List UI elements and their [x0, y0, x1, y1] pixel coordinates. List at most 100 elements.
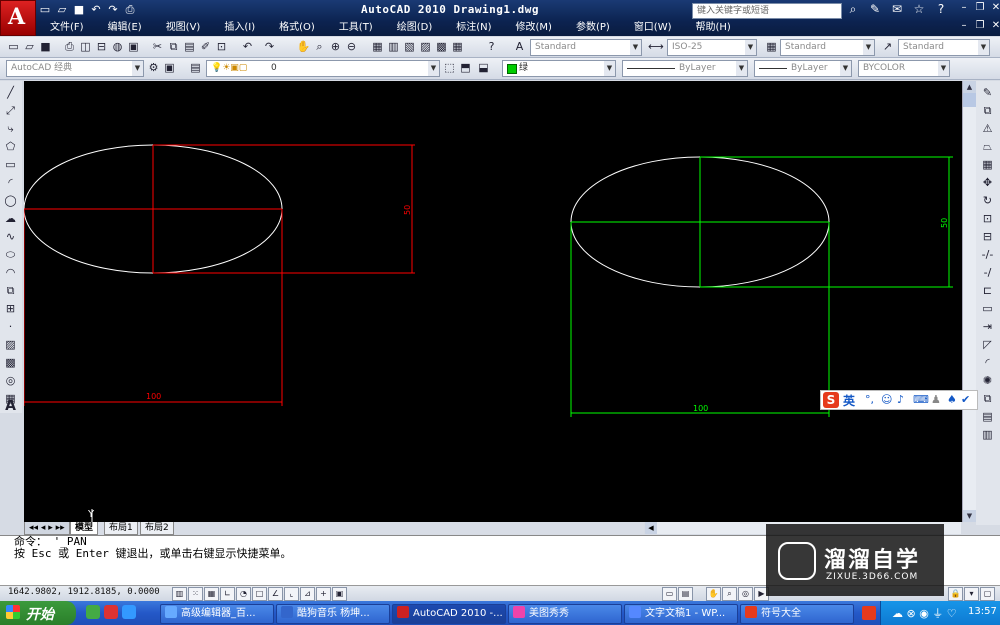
rotate-icon[interactable]: ↻	[980, 193, 995, 208]
join-icon[interactable]: ⇥	[980, 319, 995, 334]
menu-help[interactable]: 帮助(H)	[684, 20, 743, 36]
send-back-icon[interactable]: ▥	[980, 427, 995, 442]
multileader-style-select[interactable]: Standard ▼	[898, 39, 990, 56]
erase-icon[interactable]: ✎	[980, 85, 995, 100]
tab-nav-arrows[interactable]: ◂◂ ◂ ▸ ▸▸	[24, 522, 70, 535]
undo-icon[interactable]: ↶	[240, 39, 255, 54]
markup-icon[interactable]: ▩	[434, 39, 449, 54]
keyboard-icon[interactable]: ⌨	[913, 393, 929, 406]
break-at-point-icon[interactable]: ⊏	[980, 283, 995, 298]
minimize-icon[interactable]: –	[958, 2, 970, 14]
lineweight-icon[interactable]: +	[316, 587, 331, 601]
vertical-scrollbar[interactable]: ▲ ▼	[962, 81, 976, 522]
taskbar-item[interactable]: 美图秀秀	[508, 604, 622, 624]
bring-front-icon[interactable]: ▤	[980, 409, 995, 424]
layer-state-icon[interactable]: ⬓	[476, 60, 491, 75]
favorites-icon[interactable]: ☆	[911, 2, 927, 17]
tab-layout1[interactable]: 布局1	[104, 522, 138, 535]
scroll-left-icon[interactable]: ◀	[645, 522, 657, 534]
dim-style-select[interactable]: ISO-25 ▼	[667, 39, 757, 56]
zoom-realtime-icon[interactable]: ⌕	[312, 39, 327, 54]
doc-minimize-icon[interactable]: –	[958, 20, 970, 32]
layer-properties-icon[interactable]: ▤	[188, 60, 203, 75]
hatch-icon[interactable]: ▨	[3, 337, 18, 352]
paste-icon[interactable]: ▤	[182, 39, 197, 54]
gradient-icon[interactable]: ▩	[3, 355, 18, 370]
menu-insert[interactable]: 插入(I)	[212, 20, 267, 36]
workspace-select[interactable]: AutoCAD 经典 ▼	[6, 60, 144, 77]
quickcalc-icon[interactable]: ▦	[450, 39, 465, 54]
draw-order-icon[interactable]: ⧉	[980, 391, 995, 406]
infer-constraints-icon[interactable]: ▥	[172, 587, 187, 601]
taskbar-item[interactable]: 高级编辑器_百...	[160, 604, 274, 624]
circle-icon[interactable]: ◯	[3, 193, 18, 208]
scroll-thumb[interactable]	[963, 93, 976, 107]
toolbar-customize-icon[interactable]: ▣	[162, 60, 177, 75]
ducs-icon[interactable]: ⌞	[284, 587, 299, 601]
save-icon[interactable]: ■	[72, 3, 86, 17]
lock-icon[interactable]: 🔒	[948, 587, 963, 601]
osnap-icon[interactable]: □	[252, 587, 267, 601]
taskbar-item-active[interactable]: AutoCAD 2010 -...	[392, 604, 506, 624]
scale-icon[interactable]: ⊡	[980, 211, 995, 226]
break-icon[interactable]: ▭	[980, 301, 995, 316]
ime-mode-label[interactable]: 英	[843, 392, 855, 409]
communication-icon[interactable]: ✉	[889, 2, 905, 17]
ime-toolbar[interactable]: S 英 °, ☺ ♪ ⌨ ♟ ♠ ✔	[820, 390, 978, 410]
zoom-previous-icon[interactable]: ⊖	[344, 39, 359, 54]
cut-icon[interactable]: ✂	[150, 39, 165, 54]
new-icon[interactable]: ▭	[38, 3, 52, 17]
line-icon[interactable]: ╱	[3, 85, 18, 100]
model-space-icon[interactable]: ▭	[662, 587, 677, 601]
fillet-icon[interactable]: ◜	[980, 355, 995, 370]
zoom-status-icon[interactable]: ⌕	[722, 587, 737, 601]
pan-status-icon[interactable]: ✋	[706, 587, 721, 601]
color-select[interactable]: 绿 ▼	[502, 60, 616, 77]
emoji-icon[interactable]: ☺	[881, 393, 892, 406]
otrack-icon[interactable]: ∠	[268, 587, 283, 601]
spline-icon[interactable]: ∿	[3, 229, 18, 244]
subscription-icon[interactable]: ✎	[867, 2, 883, 17]
multiline-text-icon[interactable]: A	[3, 399, 18, 414]
status-menu-icon[interactable]: ▾	[964, 587, 979, 601]
offset-icon[interactable]: ⏢	[980, 139, 995, 154]
text-style-icon[interactable]: A	[512, 39, 527, 54]
taskbar-item[interactable]: 文字文稿1 - WP...	[624, 604, 738, 624]
move-icon[interactable]: ✥	[980, 175, 995, 190]
make-current-layer-icon[interactable]: ⬚	[442, 60, 457, 75]
application-menu-button[interactable]: A	[0, 0, 36, 36]
undo-icon[interactable]: ↶	[89, 3, 103, 17]
point-icon[interactable]: ·	[3, 319, 18, 334]
menu-parametric[interactable]: 参数(P)	[564, 20, 622, 36]
layer-previous-icon[interactable]: ⬒	[458, 60, 473, 75]
explode-icon[interactable]: ✺	[980, 373, 995, 388]
multileader-style-icon[interactable]: ↗	[880, 39, 895, 54]
open-icon[interactable]: ▱	[55, 3, 69, 17]
menu-modify[interactable]: 修改(M)	[504, 20, 564, 36]
menu-format[interactable]: 格式(O)	[267, 20, 327, 36]
redo-icon[interactable]: ↷	[106, 3, 120, 17]
pan-icon[interactable]: ✋	[296, 39, 311, 54]
lineweight-select[interactable]: ByLayer ▼	[754, 60, 852, 77]
steering-wheel-icon[interactable]: ◎	[738, 587, 753, 601]
tab-layout2[interactable]: 布局2	[140, 522, 174, 535]
publish-icon[interactable]: ⊟	[94, 39, 109, 54]
table-style-select[interactable]: Standard ▼	[780, 39, 875, 56]
scroll-up-icon[interactable]: ▲	[963, 81, 976, 93]
copy-object-icon[interactable]: ⧉	[980, 103, 995, 118]
layer-select[interactable]: 💡☀▣▢ 0 ▼	[206, 60, 440, 77]
match-properties-icon[interactable]: ✐	[198, 39, 213, 54]
menu-window[interactable]: 窗口(W)	[622, 20, 684, 36]
array-icon[interactable]: ▦	[980, 157, 995, 172]
search-input[interactable]: 键入关键字或短语	[692, 3, 842, 19]
arc-icon[interactable]: ◜	[3, 175, 18, 190]
doc-close-icon[interactable]: ✕	[990, 20, 1000, 32]
open-icon[interactable]: ▱	[22, 39, 37, 54]
snap-icon[interactable]: ⁙	[188, 587, 203, 601]
sheet-set-icon[interactable]: ▨	[418, 39, 433, 54]
taskbar-item[interactable]: 符号大全	[740, 604, 854, 624]
polyline-icon[interactable]: ⤷	[3, 121, 18, 136]
layout-icon[interactable]: ▤	[678, 587, 693, 601]
help-icon[interactable]: ?	[933, 2, 949, 17]
clean-screen-icon[interactable]: ▢	[980, 587, 995, 601]
